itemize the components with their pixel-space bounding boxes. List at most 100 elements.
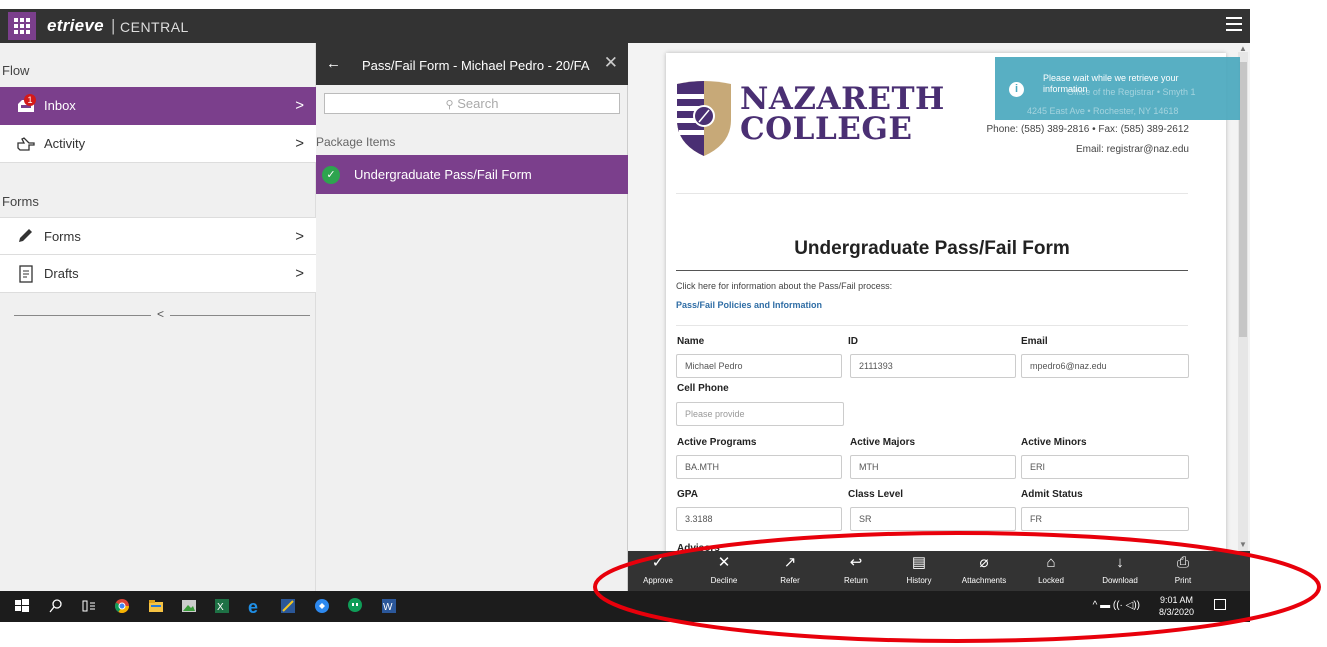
toast-message: Please wait while we retrieve your infor… <box>1043 73 1179 94</box>
package-panel: ← Pass/Fail Form - Michael Pedro - 20/FA… <box>316 43 628 591</box>
gpa-field[interactable]: 3.3188 <box>676 507 842 531</box>
snipping-tool-icon[interactable] <box>280 598 296 614</box>
photos-app-icon[interactable] <box>181 598 197 614</box>
system-tray-icons[interactable]: ^ ▬ ((· ◁)) <box>1093 600 1140 611</box>
package-items-label: Package Items <box>316 135 396 149</box>
approve-button[interactable]: ✓ Approve <box>628 551 688 591</box>
scroll-up-icon[interactable]: ▲ <box>1239 44 1247 53</box>
hamburger-menu-icon[interactable] <box>1226 17 1242 31</box>
sidebar-item-drafts[interactable]: Drafts > <box>0 255 316 293</box>
title-rule <box>676 270 1188 271</box>
chrome-icon[interactable] <box>114 598 130 614</box>
app-launcher-button[interactable] <box>8 12 36 40</box>
attachments-button[interactable]: ⌀ Attachments <box>954 551 1014 591</box>
package-search-input[interactable]: ⚲ Search <box>324 93 620 114</box>
college-phone: Phone: (585) 389-2816 • Fax: (585) 389-2… <box>986 124 1189 135</box>
sidebar-item-inbox[interactable]: 1 Inbox > <box>0 87 316 125</box>
action-label: Attachments <box>961 576 1007 585</box>
divider <box>676 325 1188 326</box>
active-majors-field[interactable]: MTH <box>850 455 1016 479</box>
file-explorer-icon[interactable] <box>148 598 164 614</box>
admit-status-label: Admit Status <box>1021 489 1083 500</box>
class-level-field[interactable]: SR <box>850 507 1016 531</box>
search-icon[interactable] <box>48 598 64 614</box>
forms-section-label: Forms <box>2 194 39 209</box>
printer-icon: ⎙ <box>1176 554 1189 571</box>
history-icon: ▤ <box>911 554 927 571</box>
sidebar-item-activity[interactable]: Activity > <box>0 125 316 163</box>
info-text: Click here for information about the Pas… <box>676 281 893 291</box>
active-programs-field[interactable]: BA.MTH <box>676 455 842 479</box>
print-button[interactable]: ⎙ Print <box>1153 551 1213 591</box>
draft-document-icon <box>14 264 38 284</box>
action-label: Decline <box>710 576 738 585</box>
return-arrow-icon: ↩ <box>849 554 863 571</box>
chevron-right-icon: > <box>295 265 304 282</box>
word-icon[interactable]: W <box>381 598 397 614</box>
return-button[interactable]: ↩ Return <box>826 551 886 591</box>
back-arrow-icon[interactable]: ← <box>326 55 341 72</box>
close-icon[interactable]: ✕ <box>604 53 618 73</box>
inbox-icon: 1 <box>14 93 38 116</box>
email-field[interactable]: mpedro6@naz.edu <box>1021 354 1189 378</box>
search-icon: ⚲ <box>445 99 454 111</box>
action-label: History <box>906 576 932 585</box>
history-button[interactable]: ▤ History <box>889 551 949 591</box>
edge-icon[interactable]: e <box>247 598 263 614</box>
active-minors-label: Active Minors <box>1021 437 1087 448</box>
windows-taskbar: X e W ^ ▬ ((· ◁)) 9:01 AM 8/3/2020 <box>0 591 1250 622</box>
notification-center-icon[interactable] <box>1214 599 1226 610</box>
brand-separator: | <box>111 16 116 35</box>
active-programs-label: Active Programs <box>677 437 757 448</box>
search-placeholder: Search <box>457 96 499 111</box>
active-majors-label: Active Majors <box>850 437 916 448</box>
paperclip-icon: ⌀ <box>979 554 989 571</box>
form-title: Undergraduate Pass/Fail Form <box>794 238 1070 259</box>
active-minors-field[interactable]: ERI <box>1021 455 1189 479</box>
action-label: Return <box>843 576 868 585</box>
pass-fail-policies-link[interactable]: Pass/Fail Policies and Information <box>676 300 822 310</box>
download-icon: ↓ <box>1116 554 1124 571</box>
cell-phone-field[interactable]: Please provide <box>676 402 844 426</box>
sidebar-item-forms[interactable]: Forms > <box>0 217 316 255</box>
pointing-hand-icon <box>14 134 38 154</box>
admit-status-field[interactable]: FR <box>1021 507 1189 531</box>
package-item[interactable]: ✓ Undergraduate Pass/Fail Form <box>316 155 628 194</box>
info-icon: i <box>1009 82 1024 97</box>
college-shield-logo <box>677 81 731 156</box>
email-label: Email <box>1021 336 1048 347</box>
checkmark-icon: ✓ <box>651 554 665 571</box>
time: 9:01 AM <box>1160 595 1194 605</box>
class-level-label: Class Level <box>848 489 904 500</box>
windows-start-icon[interactable] <box>14 598 30 614</box>
connect-app-icon[interactable] <box>314 598 330 614</box>
download-button[interactable]: ↓ Download <box>1090 551 1150 591</box>
collapse-sidebar-button[interactable]: < <box>151 307 171 321</box>
grid-icon <box>14 18 30 34</box>
chevron-right-icon: > <box>295 97 304 114</box>
package-title: Pass/Fail Form - Michael Pedro - 20/FA <box>362 58 590 73</box>
inbox-count-badge: 1 <box>24 93 36 106</box>
decline-button[interactable]: ✕ Decline <box>694 551 754 591</box>
college-email: Email: registrar@naz.edu <box>1076 144 1189 155</box>
date: 8/3/2020 <box>1159 607 1195 617</box>
task-view-icon[interactable] <box>81 598 97 614</box>
name-field[interactable]: Michael Pedro <box>676 354 842 378</box>
hangouts-icon[interactable] <box>347 598 363 614</box>
sidebar-item-label: Drafts <box>44 266 79 281</box>
svg-text:e: e <box>248 598 258 614</box>
scroll-down-icon[interactable]: ▼ <box>1239 540 1247 549</box>
package-item-label: Undergraduate Pass/Fail Form <box>354 167 532 182</box>
refer-button[interactable]: ↗ Refer <box>760 551 820 591</box>
locked-button[interactable]: ⌂ Locked <box>1021 551 1081 591</box>
refer-icon: ↗ <box>783 554 797 571</box>
ghost-address-line: 4245 East Ave • Rochester, NY 14618 <box>1027 106 1179 116</box>
action-label: Locked <box>1038 576 1064 585</box>
excel-icon[interactable]: X <box>214 598 230 614</box>
id-field[interactable]: 2111393 <box>850 354 1016 378</box>
flow-section-label: Flow <box>2 63 30 78</box>
sidebar: Flow 1 Inbox > Activity > Forms Forms > <box>0 43 316 591</box>
chevron-right-icon: > <box>295 135 304 152</box>
scrollbar-thumb[interactable] <box>1239 62 1247 337</box>
clock[interactable]: 9:01 AM 8/3/2020 <box>1159 594 1194 618</box>
